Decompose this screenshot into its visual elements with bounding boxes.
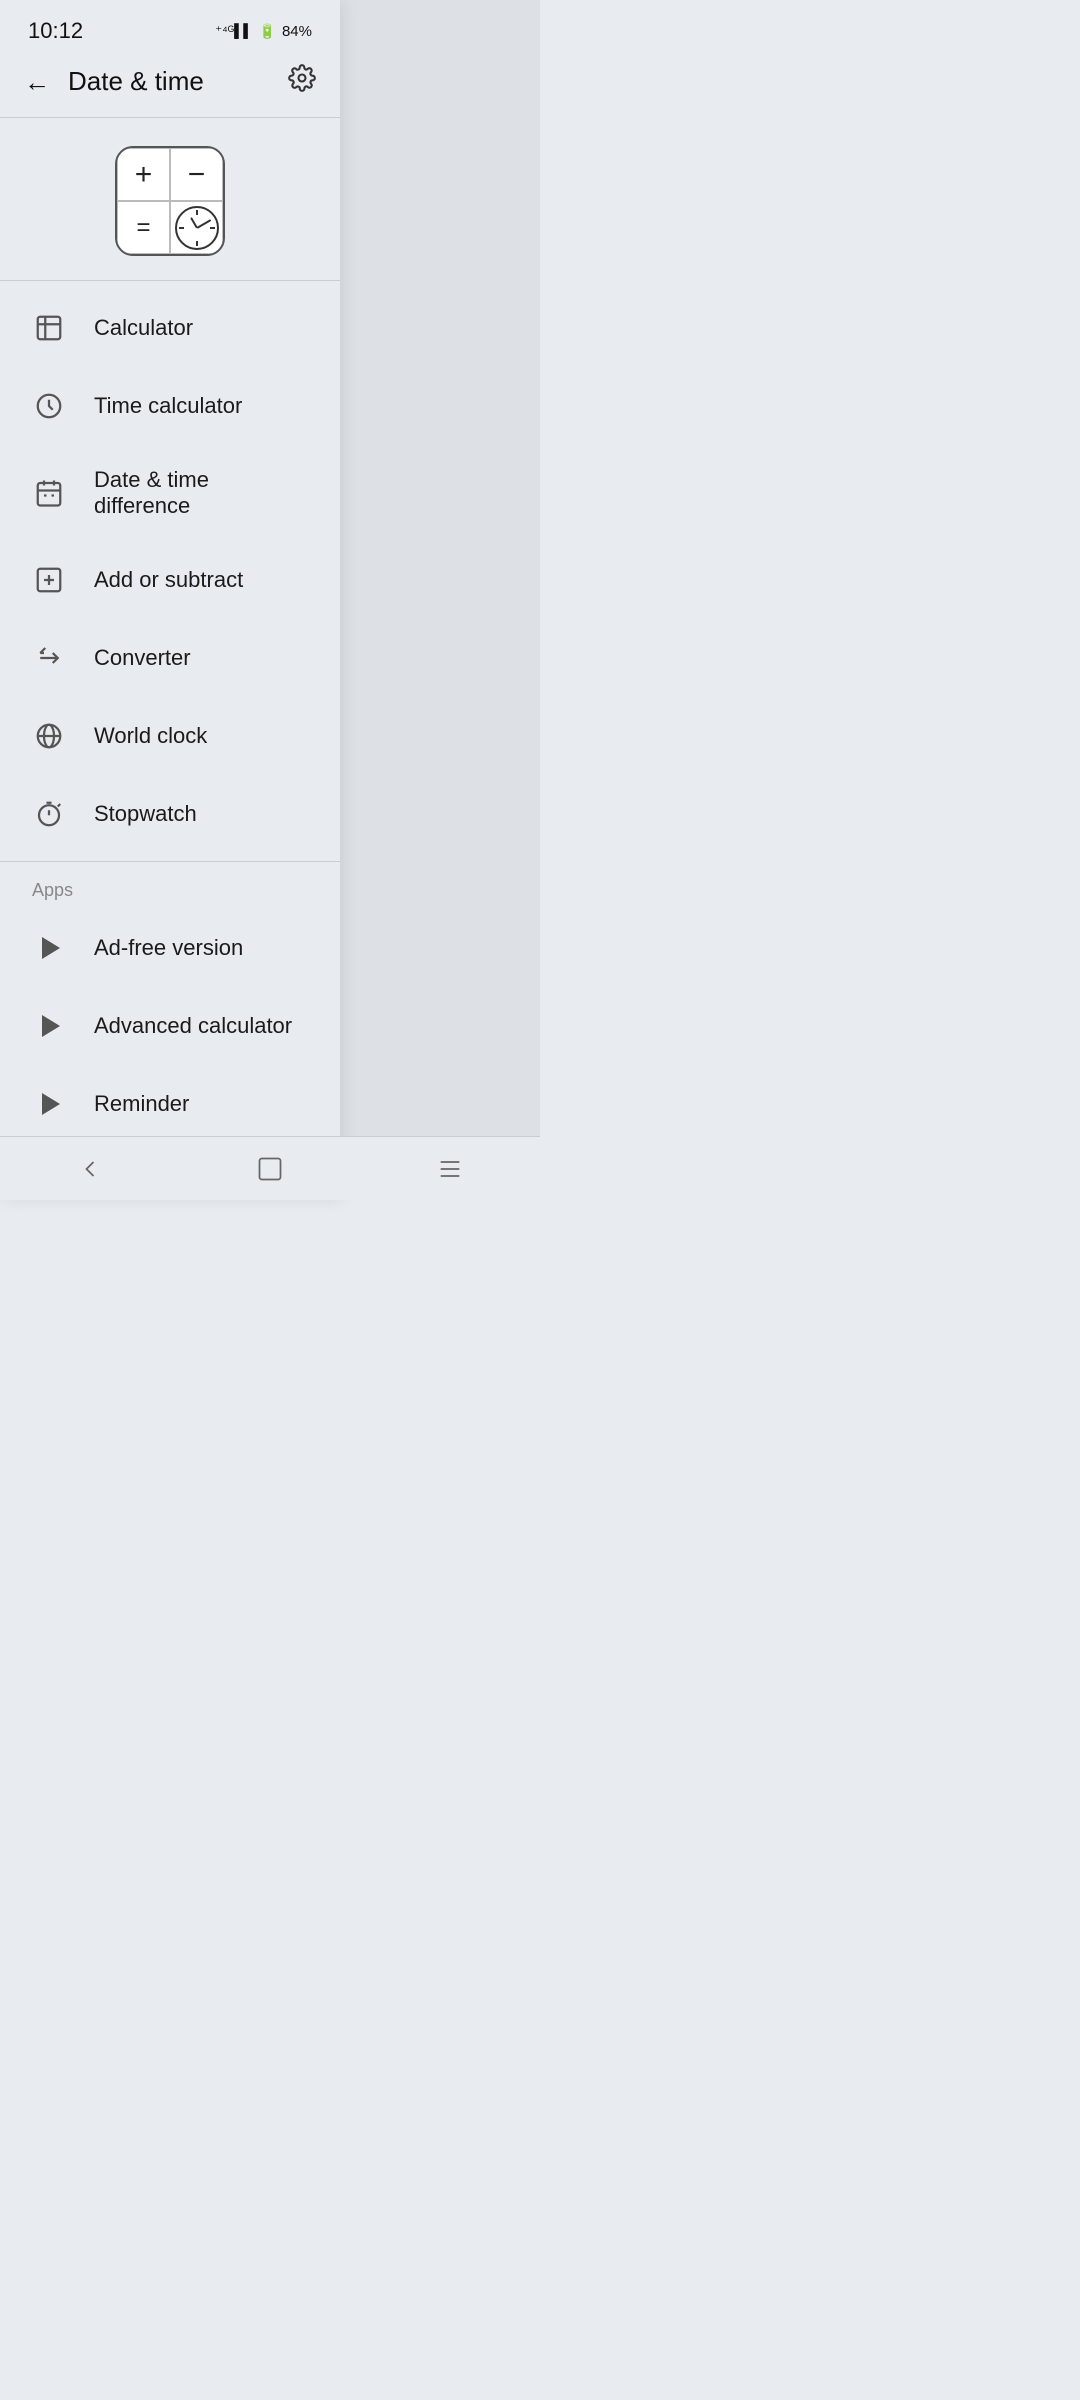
menu-section: Calculator Time calculator Date & time d… xyxy=(0,281,340,861)
time-calculator-label: Time calculator xyxy=(94,393,242,419)
nav-recents-button[interactable] xyxy=(426,1145,474,1193)
back-button[interactable]: ← xyxy=(24,69,50,95)
app-icon: + − = xyxy=(115,146,225,256)
advanced-calc-play-icon xyxy=(32,1009,66,1043)
ad-free-play-icon xyxy=(32,931,66,965)
icon-clock xyxy=(170,201,223,254)
status-bar: 10:12 ⁺⁴ᴳ▌▌ 🔋 84% xyxy=(0,0,340,54)
time-calculator-icon xyxy=(32,389,66,423)
clock-tick-right xyxy=(210,227,215,229)
clock-face xyxy=(175,206,219,250)
world-clock-label: World clock xyxy=(94,723,207,749)
page-title: Date & time xyxy=(68,66,204,97)
date-time-diff-label: Date & time difference xyxy=(94,467,308,519)
menu-item-stopwatch[interactable]: Stopwatch xyxy=(0,775,340,853)
reminder-label: Reminder xyxy=(94,1091,189,1117)
calculator-label: Calculator xyxy=(94,315,193,341)
ad-free-label: Ad-free version xyxy=(94,935,243,961)
nav-home-button[interactable] xyxy=(246,1145,294,1193)
reminder-play-icon xyxy=(32,1087,66,1121)
stopwatch-icon xyxy=(32,797,66,831)
menu-item-calculator[interactable]: Calculator xyxy=(0,289,340,367)
settings-button[interactable] xyxy=(288,64,316,99)
main-panel: 10:12 ⁺⁴ᴳ▌▌ 🔋 84% ← Date & time + − = xyxy=(0,0,340,1200)
calculator-icon xyxy=(32,311,66,345)
status-time: 10:12 xyxy=(28,18,83,44)
world-clock-icon xyxy=(32,719,66,753)
advanced-calc-label: Advanced calculator xyxy=(94,1013,292,1039)
apps-item-ad-free[interactable]: Ad-free version xyxy=(0,909,340,987)
add-subtract-label: Add or subtract xyxy=(94,567,243,593)
right-panel-bg xyxy=(340,0,540,1200)
menu-item-world-clock[interactable]: World clock xyxy=(0,697,340,775)
header-left: ← Date & time xyxy=(24,66,204,97)
nav-bar xyxy=(0,1136,540,1200)
converter-label: Converter xyxy=(94,645,191,671)
app-icon-section: + − = xyxy=(0,118,340,280)
date-time-diff-icon xyxy=(32,476,66,510)
icon-minus: − xyxy=(170,148,223,201)
menu-item-converter[interactable]: Converter xyxy=(0,619,340,697)
battery-percent: 84% xyxy=(282,23,312,40)
clock-tick-left xyxy=(179,227,184,229)
menu-item-time-calculator[interactable]: Time calculator xyxy=(0,367,340,445)
icon-equals: = xyxy=(117,201,170,254)
stopwatch-label: Stopwatch xyxy=(94,801,197,827)
apps-section: Apps Ad-free version Advanced calculator… xyxy=(0,862,340,1143)
signal-icon: ⁺⁴ᴳ▌▌ xyxy=(215,23,252,39)
icon-plus: + xyxy=(117,148,170,201)
apps-section-label: Apps xyxy=(0,862,340,909)
menu-item-add-subtract[interactable]: Add or subtract xyxy=(0,541,340,619)
play-arrow-2 xyxy=(42,1015,60,1037)
clock-tick-top xyxy=(196,210,198,215)
status-icons: ⁺⁴ᴳ▌▌ 🔋 84% xyxy=(215,23,312,40)
apps-item-reminder[interactable]: Reminder xyxy=(0,1065,340,1143)
nav-back-button[interactable] xyxy=(66,1145,114,1193)
menu-item-date-time-diff[interactable]: Date & time difference xyxy=(0,445,340,541)
apps-item-advanced-calc[interactable]: Advanced calculator xyxy=(0,987,340,1065)
clock-tick-bottom xyxy=(196,241,198,246)
play-arrow-1 xyxy=(42,937,60,959)
play-arrow-3 xyxy=(42,1093,60,1115)
app-header: ← Date & time xyxy=(0,54,340,117)
battery-icon: 🔋 xyxy=(259,23,276,40)
add-subtract-icon xyxy=(32,563,66,597)
converter-icon xyxy=(32,641,66,675)
